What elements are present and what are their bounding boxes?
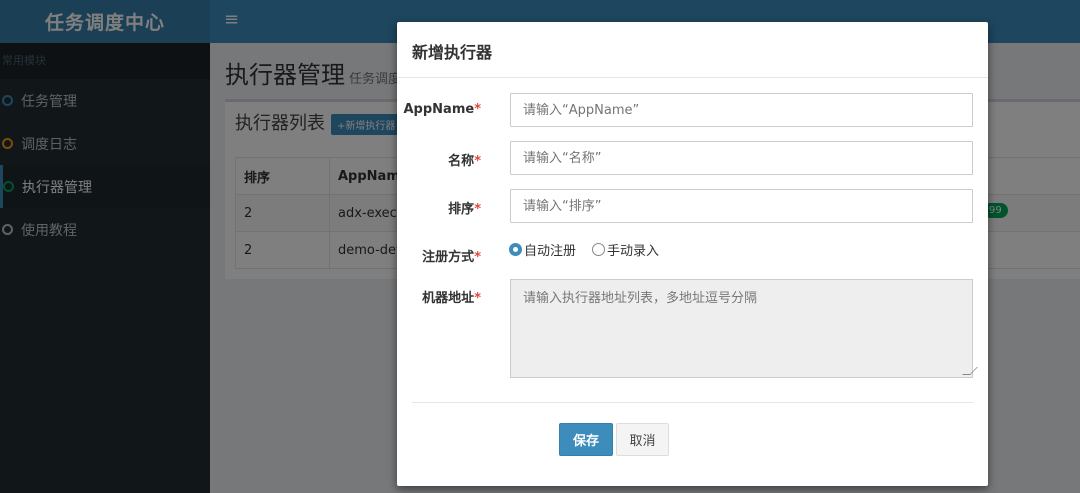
name-input[interactable] <box>510 141 973 175</box>
address-placeholder: 请输入执行器地址列表，多地址逗号分隔 <box>523 291 758 306</box>
save-button[interactable]: 保存 <box>559 423 613 456</box>
register-method-label: 注册方式* <box>422 250 481 265</box>
radio-checked-icon[interactable] <box>509 243 522 256</box>
order-label: 排序* <box>448 202 481 217</box>
radio-label: 手动录入 <box>607 244 660 259</box>
resize-handle-icon[interactable] <box>962 367 978 375</box>
radio-auto-register[interactable]: 自动注册 <box>509 240 576 259</box>
address-label: 机器地址* <box>422 291 481 306</box>
modal-title: 新增执行器 <box>397 22 988 78</box>
footer-divider <box>412 402 973 403</box>
radio-manual-entry[interactable]: 手动录入 <box>592 240 659 259</box>
appname-label: AppName* <box>403 102 482 117</box>
address-textarea[interactable]: 请输入执行器地址列表，多地址逗号分隔 <box>510 279 978 378</box>
register-method-radio-group: 自动注册 手动录入 <box>509 240 675 259</box>
add-executor-modal: 新增执行器 AppName* 名称* 排序* 注册方式* 自动注册 手动录入 机… <box>397 22 988 486</box>
radio-unchecked-icon[interactable] <box>592 243 606 256</box>
name-label: 名称* <box>448 154 481 169</box>
appname-input[interactable] <box>510 93 973 127</box>
radio-label: 自动注册 <box>524 244 577 259</box>
cancel-button[interactable]: 取消 <box>616 423 669 456</box>
order-input[interactable] <box>510 189 973 223</box>
